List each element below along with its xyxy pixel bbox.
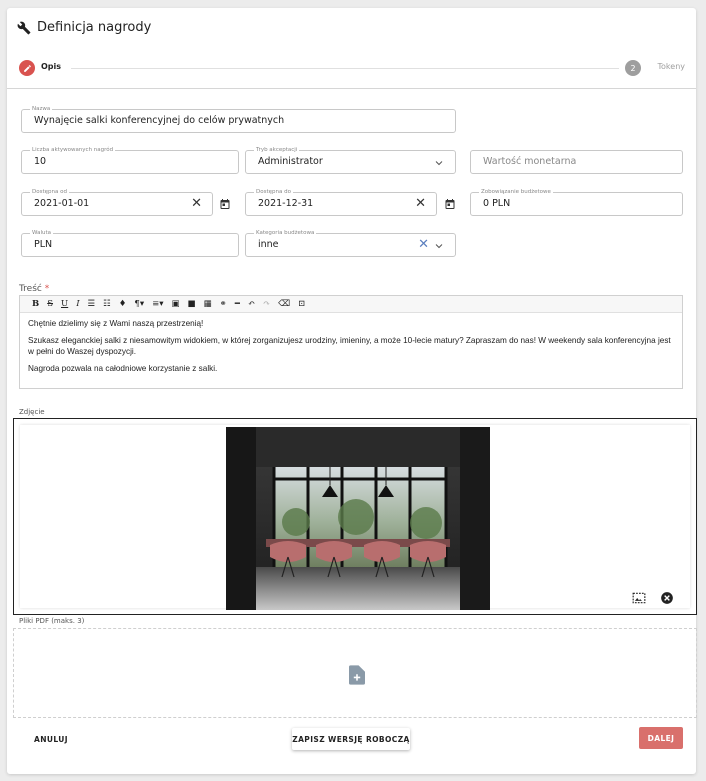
page-title: Definicja nagrody <box>17 20 151 35</box>
image-button[interactable]: ▣ <box>168 296 184 313</box>
horizontal-rule-button[interactable]: ━ <box>231 296 244 313</box>
underline-button[interactable]: U <box>57 296 72 313</box>
monetary-value-field[interactable]: Wartość monetarna <box>470 150 683 174</box>
stepper-connector <box>71 68 619 69</box>
name-field-label: Nazwa <box>30 105 53 113</box>
pencil-icon <box>23 64 31 72</box>
next-button[interactable]: DALEJ <box>639 727 683 749</box>
available-from-field[interactable]: Dostępna od 2021-01-01 ✕ <box>21 188 213 216</box>
table-button[interactable]: ▦ <box>200 296 216 313</box>
editor-toolbar: B S U I ☰ ☷ ♦ ¶▾ ≡▾ ▣ ■ ▦ ⚭ ━ ↶ ↷ ⌫ ⊡ <box>20 296 682 313</box>
video-button[interactable]: ■ <box>184 296 200 313</box>
editor-content[interactable]: Chętnie dzielimy się z Wami naszą przest… <box>20 313 682 385</box>
photo-preview-panel <box>20 425 690 610</box>
content-paragraph: Chętnie dzielimy się z Wami naszą przest… <box>28 319 204 328</box>
content-paragraph: Nagroda pozwala na całodniowe korzystani… <box>28 364 218 373</box>
acceptance-mode-label: Tryb akceptacji <box>254 146 300 154</box>
budget-category-label: Kategoria budżetowa <box>254 229 317 237</box>
available-to-value[interactable]: 2021-12-31 <box>258 198 313 209</box>
color-button[interactable]: ♦ <box>115 296 131 313</box>
reward-count-value[interactable]: 10 <box>34 156 46 167</box>
content-paragraph: Szukasz eleganckiej salki z niesamowitym… <box>28 336 671 356</box>
conference-room-photo <box>226 427 490 610</box>
reward-count-field[interactable]: Liczba aktywowanych nagród 10 <box>21 146 239 174</box>
italic-button[interactable]: I <box>72 296 83 313</box>
bold-button[interactable]: B <box>28 296 43 313</box>
undo-button[interactable]: ↶ <box>244 296 259 313</box>
stepper: Opis 2 Tokeny <box>19 60 685 76</box>
available-from-value[interactable]: 2021-01-01 <box>34 198 89 209</box>
budget-category-select[interactable]: Kategoria budżetowa inne ✕ <box>245 229 456 257</box>
photo-label: Zdjęcie <box>19 408 45 416</box>
header-divider <box>7 88 696 89</box>
wrench-icon <box>17 21 31 34</box>
save-draft-button[interactable]: ZAPISZ WERSJĘ ROBOCZĄ <box>292 728 410 750</box>
currency-field[interactable]: Waluta PLN <box>21 229 239 257</box>
currency-value[interactable]: PLN <box>34 239 52 250</box>
page-title-text: Definicja nagrody <box>37 20 152 35</box>
rich-text-editor[interactable]: B S U I ☰ ☷ ♦ ¶▾ ≡▾ ▣ ■ ▦ ⚭ ━ ↶ ↷ ⌫ ⊡ Ch… <box>19 295 683 389</box>
pdf-dropzone[interactable] <box>13 628 697 718</box>
acceptance-mode-select[interactable]: Tryb akceptacji Administrator <box>245 146 456 174</box>
calendar-from-icon[interactable] <box>219 198 231 210</box>
step-2-label[interactable]: Tokeny <box>658 62 686 71</box>
budget-commitment-label: Zobowiązanie budżetowe <box>479 188 553 196</box>
pdf-label: Pliki PDF (maks. 3) <box>19 617 85 625</box>
reward-count-label: Liczba aktywowanych nagród <box>30 146 116 154</box>
step-1-marker[interactable] <box>19 60 35 76</box>
content-label-text: Treść <box>19 284 42 294</box>
calendar-to-icon[interactable] <box>444 198 456 210</box>
budget-commitment-value[interactable]: 0 PLN <box>483 198 510 209</box>
chevron-down-icon[interactable] <box>433 240 445 252</box>
name-field[interactable]: Nazwa Wynajęcie salki konferencyjnej do … <box>21 105 456 133</box>
strikethrough-button[interactable]: S <box>43 296 57 313</box>
required-mark: * <box>44 284 50 294</box>
redo-button[interactable]: ↷ <box>259 296 274 313</box>
chevron-down-icon[interactable] <box>433 157 445 169</box>
content-label: Treść * <box>19 284 49 294</box>
available-to-label: Dostępna do <box>254 188 293 196</box>
name-field-value[interactable]: Wynajęcie salki konferencyjnej do celów … <box>34 115 284 126</box>
add-file-icon[interactable] <box>349 665 365 685</box>
clear-format-button[interactable]: ⌫ <box>274 296 294 313</box>
clear-category-icon[interactable]: ✕ <box>418 237 429 253</box>
step-2-marker[interactable]: 2 <box>625 60 641 76</box>
change-image-icon[interactable] <box>632 591 646 605</box>
paragraph-button[interactable]: ¶▾ <box>130 296 148 313</box>
available-to-field[interactable]: Dostępna do 2021-12-31 ✕ <box>245 188 437 216</box>
step-1-label[interactable]: Opis <box>41 62 61 71</box>
bullet-list-button[interactable]: ☰ <box>84 296 100 313</box>
acceptance-mode-value[interactable]: Administrator <box>258 156 323 167</box>
clear-from-icon[interactable]: ✕ <box>191 196 202 212</box>
currency-label: Waluta <box>30 229 53 237</box>
clear-to-icon[interactable]: ✕ <box>415 196 426 212</box>
numbered-list-button[interactable]: ☷ <box>99 296 115 313</box>
align-button[interactable]: ≡▾ <box>148 296 167 313</box>
photo-upload-area[interactable] <box>13 418 697 615</box>
fullscreen-button[interactable]: ⊡ <box>294 296 309 313</box>
monetary-value-placeholder[interactable]: Wartość monetarna <box>483 156 576 167</box>
reward-definition-card: Definicja nagrody Opis 2 Tokeny Nazwa Wy… <box>7 8 697 774</box>
remove-image-icon[interactable] <box>660 591 674 605</box>
link-button[interactable]: ⚭ <box>216 296 231 313</box>
available-from-label: Dostępna od <box>30 188 69 196</box>
budget-commitment-field[interactable]: Zobowiązanie budżetowe 0 PLN <box>470 188 683 216</box>
budget-category-value[interactable]: inne <box>258 239 279 250</box>
cancel-button[interactable]: ANULUJ <box>21 729 81 749</box>
